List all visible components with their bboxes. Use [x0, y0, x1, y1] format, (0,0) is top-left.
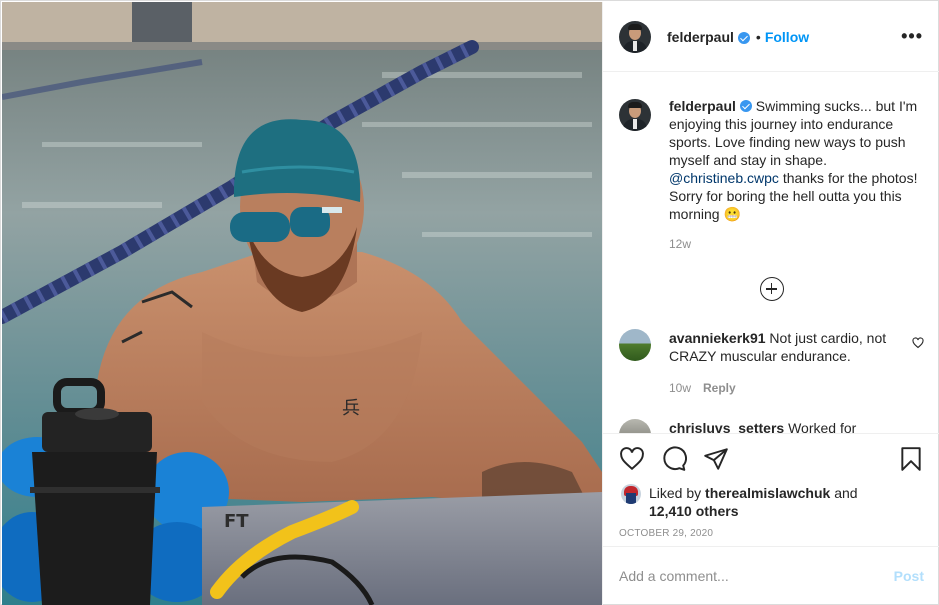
plus-circle-icon[interactable]	[759, 277, 784, 301]
svg-text:兵: 兵	[342, 398, 360, 419]
liker-username[interactable]: therealmislawchuk	[705, 485, 830, 501]
bookmark-icon[interactable]	[898, 446, 924, 472]
comment-like-heart-icon[interactable]	[912, 337, 924, 349]
comment-icon[interactable]	[661, 446, 687, 472]
caption-username[interactable]: felderpaul	[669, 98, 736, 114]
add-comment-input[interactable]	[619, 568, 894, 584]
post-photo[interactable]: 兵 FT	[2, 2, 602, 605]
post-sidebar: felderpaul • Follow ••• felderpaul Swimm…	[602, 2, 939, 605]
comment-body: avanniekerk91 Not just cardio, not CRAZY…	[669, 329, 899, 397]
likes-others-count[interactable]: 12,410 others	[649, 503, 739, 519]
comment-meta: 10w Reply	[669, 379, 899, 397]
more-options-icon[interactable]: •••	[901, 26, 923, 47]
post-date[interactable]: OCTOBER 29, 2020	[619, 528, 924, 539]
commenter-avatar[interactable]	[619, 419, 651, 433]
grimace-emoji: 😬	[723, 206, 741, 222]
reply-button[interactable]: Reply	[703, 381, 736, 395]
comment-username[interactable]: avanniekerk91	[669, 330, 766, 346]
verified-badge-icon	[739, 100, 752, 112]
comment-item: avanniekerk91 Not just cardio, not CRAZY…	[619, 329, 924, 397]
heart-icon[interactable]	[619, 446, 645, 472]
caption-timestamp[interactable]: 12w	[669, 235, 919, 253]
comment-item: chrisluvs_setters Worked for	[619, 419, 924, 433]
post-dialog: 兵 FT felderpaul • Follow ••• felderpaul …	[0, 0, 939, 605]
post-header: felderpaul • Follow •••	[603, 2, 939, 72]
post-comment-button[interactable]: Post	[894, 568, 924, 584]
post-caption: felderpaul Swimming sucks... but I'm enj…	[619, 73, 924, 253]
comments-list[interactable]: felderpaul Swimming sucks... but I'm enj…	[603, 73, 939, 433]
liker-avatar[interactable]	[621, 484, 641, 504]
author-avatar[interactable]	[619, 20, 651, 53]
photo-deck-text: FT	[224, 511, 249, 532]
swimmer-photo-illustration: 兵 FT	[2, 2, 602, 605]
add-comment-bar: Post	[603, 546, 939, 605]
author-username[interactable]: felderpaul	[667, 29, 734, 45]
post-actions: Liked by therealmislawchuk and 12,410 ot…	[603, 433, 939, 539]
paper-plane-icon[interactable]	[703, 446, 729, 472]
comment-timestamp[interactable]: 10w	[669, 381, 691, 395]
comment-body: chrisluvs_setters Worked for	[669, 419, 899, 433]
likes-text: Liked by therealmislawchuk and 12,410 ot…	[649, 484, 858, 520]
comment-username[interactable]: chrisluvs_setters	[669, 420, 784, 433]
caption-mention-link[interactable]: @christineb.cwpc	[669, 170, 779, 186]
separator-dot: •	[755, 28, 761, 45]
action-icons	[619, 434, 924, 484]
comment-text: Worked for	[788, 420, 857, 433]
verified-badge-icon	[737, 31, 750, 44]
likes-summary: Liked by therealmislawchuk and 12,410 ot…	[619, 484, 924, 520]
likes-and: and	[834, 485, 858, 501]
commenter-avatar[interactable]	[619, 329, 651, 361]
caption-avatar[interactable]	[619, 99, 651, 131]
follow-button[interactable]: Follow	[765, 29, 809, 45]
load-more	[619, 277, 924, 301]
caption-body: felderpaul Swimming sucks... but I'm enj…	[669, 97, 919, 253]
likes-prefix: Liked by	[649, 485, 702, 501]
